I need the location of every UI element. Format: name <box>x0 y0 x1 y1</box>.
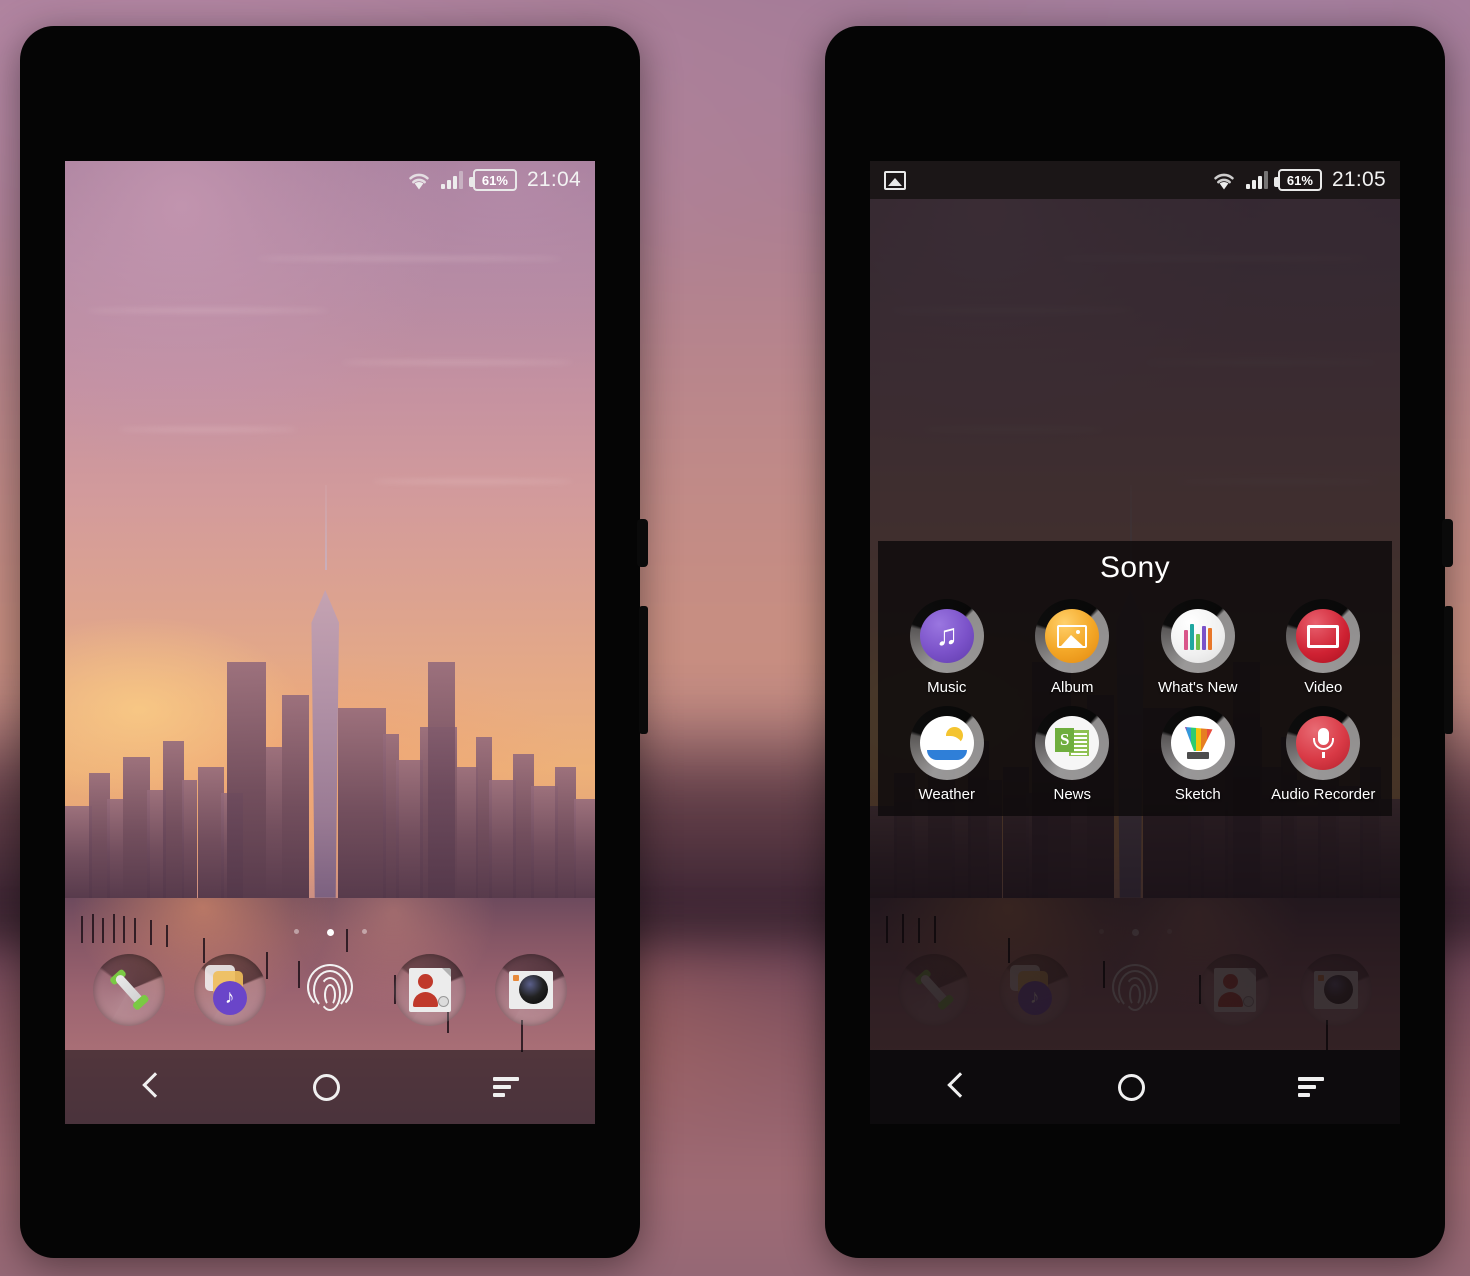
app-icon-video[interactable] <box>1286 599 1361 673</box>
rainbow-fan-icon <box>1170 716 1225 770</box>
dock-item-phone[interactable] <box>93 954 166 1026</box>
status-bar-right[interactable]: 61% 21:05 <box>870 161 1400 199</box>
fingerprint-icon <box>306 964 353 1016</box>
folder-app-label: Weather <box>918 786 975 803</box>
battery-level-label: 61% <box>1286 172 1313 188</box>
wifi-icon <box>409 173 429 189</box>
status-bar-system-right: 61% 21:05 <box>1212 168 1386 192</box>
app-icon-whats-new[interactable] <box>1160 599 1235 673</box>
folder-app-video[interactable]: Video <box>1261 599 1387 696</box>
folder-app-sketch[interactable]: Sketch <box>1135 706 1261 803</box>
power-button[interactable] <box>637 519 648 567</box>
dock-item-camera[interactable] <box>494 954 567 1026</box>
app-icon-weather[interactable] <box>909 706 984 780</box>
folder-app-album[interactable]: Album <box>1010 599 1136 696</box>
recents-lines-icon[interactable] <box>1297 1077 1324 1097</box>
app-icon-news[interactable]: S <box>1035 706 1110 780</box>
folder-app-music[interactable]: ♫ Music <box>884 599 1010 696</box>
clock-left: 21:04 <box>526 168 581 191</box>
dock-left: ♪ <box>65 942 595 1038</box>
phone-left: 61% 21:04 ♪ <box>20 26 648 1258</box>
cloud-sun-icon <box>919 716 974 770</box>
folder-app-news[interactable]: S News <box>1010 706 1136 803</box>
folder-app-label: Audio Recorder <box>1271 786 1376 803</box>
signal-bars-icon <box>1245 171 1268 189</box>
camera-icon <box>508 971 553 1009</box>
navigation-bar-right <box>870 1050 1400 1124</box>
volume-button[interactable] <box>639 606 648 734</box>
wallpaper-skyline <box>65 485 595 898</box>
volume-button[interactable] <box>1444 606 1453 734</box>
screen-left[interactable]: 61% 21:04 ♪ <box>65 161 595 1124</box>
back-chevron-icon[interactable] <box>947 1072 965 1102</box>
folder-app-weather[interactable]: Weather <box>884 706 1010 803</box>
screen-right[interactable]: 61% 21:05 Sony ♫ Music Album What's New … <box>870 161 1400 1124</box>
folder-app-label: What's New <box>1157 679 1238 696</box>
page-indicator-left[interactable] <box>65 929 595 936</box>
home-circle-icon[interactable] <box>1117 1073 1145 1101</box>
page-dot[interactable] <box>361 929 367 934</box>
folder-app-audio-recorder[interactable]: Audio Recorder <box>1261 706 1387 803</box>
back-chevron-icon[interactable] <box>142 1072 160 1102</box>
one-world-trade-center <box>311 589 339 898</box>
power-button[interactable] <box>1442 519 1453 567</box>
navigation-bar-left <box>65 1050 595 1124</box>
battery-indicator-right: 61% <box>1273 169 1322 191</box>
contacts-icon <box>409 968 452 1012</box>
dock-item-app-drawer[interactable] <box>294 954 366 1026</box>
music-note-icon: ♫ <box>919 609 974 663</box>
dock-item-contacts[interactable] <box>394 954 467 1026</box>
app-icon-sketch[interactable] <box>1160 706 1235 780</box>
signal-bars-icon <box>440 171 463 189</box>
folder-app-label: Album <box>1050 679 1094 696</box>
folder-panel-sony[interactable]: Sony ♫ Music Album What's New Video Weat… <box>878 541 1392 816</box>
page-dot-active[interactable] <box>326 929 334 936</box>
wtc-spire <box>324 485 327 571</box>
folder-app-label: Video <box>1304 679 1343 696</box>
image-notification-icon <box>884 170 906 190</box>
app-icon-album[interactable] <box>1035 599 1110 673</box>
news-paper-icon: S <box>1045 716 1100 770</box>
folder-app-label: Sketch <box>1174 786 1221 803</box>
folder-app-whats-new[interactable]: What's New <box>1135 599 1261 696</box>
status-bar-system-left: 61% 21:04 <box>407 168 581 192</box>
battery-indicator-left: 61% <box>468 169 517 191</box>
app-icon-music[interactable]: ♫ <box>909 599 984 673</box>
battery-level-label: 61% <box>481 172 508 188</box>
folder-title[interactable]: Sony <box>878 551 1392 585</box>
music-folder-icon: ♪ <box>201 961 259 1019</box>
color-bars-icon <box>1170 609 1225 663</box>
wifi-icon <box>1214 173 1234 189</box>
folder-app-label: Music <box>927 679 967 696</box>
status-bar-left[interactable]: 61% 21:04 <box>65 161 595 199</box>
phone-right: 61% 21:05 Sony ♫ Music Album What's New … <box>825 26 1453 1258</box>
status-bar-notifications-right <box>884 170 1212 190</box>
folder-app-label: News <box>1053 786 1091 803</box>
microphone-icon <box>1296 716 1351 770</box>
film-strip-icon <box>1296 609 1351 663</box>
page-dot[interactable] <box>293 929 299 934</box>
dock-item-media[interactable]: ♪ <box>193 954 266 1026</box>
clock-right: 21:05 <box>1331 168 1386 191</box>
app-icon-audio-recorder[interactable] <box>1286 706 1361 780</box>
recents-lines-icon[interactable] <box>492 1077 519 1097</box>
photo-frame-icon <box>1045 609 1100 663</box>
home-circle-icon[interactable] <box>312 1073 340 1101</box>
folder-app-grid: ♫ Music Album What's New Video Weather S… <box>878 599 1392 803</box>
